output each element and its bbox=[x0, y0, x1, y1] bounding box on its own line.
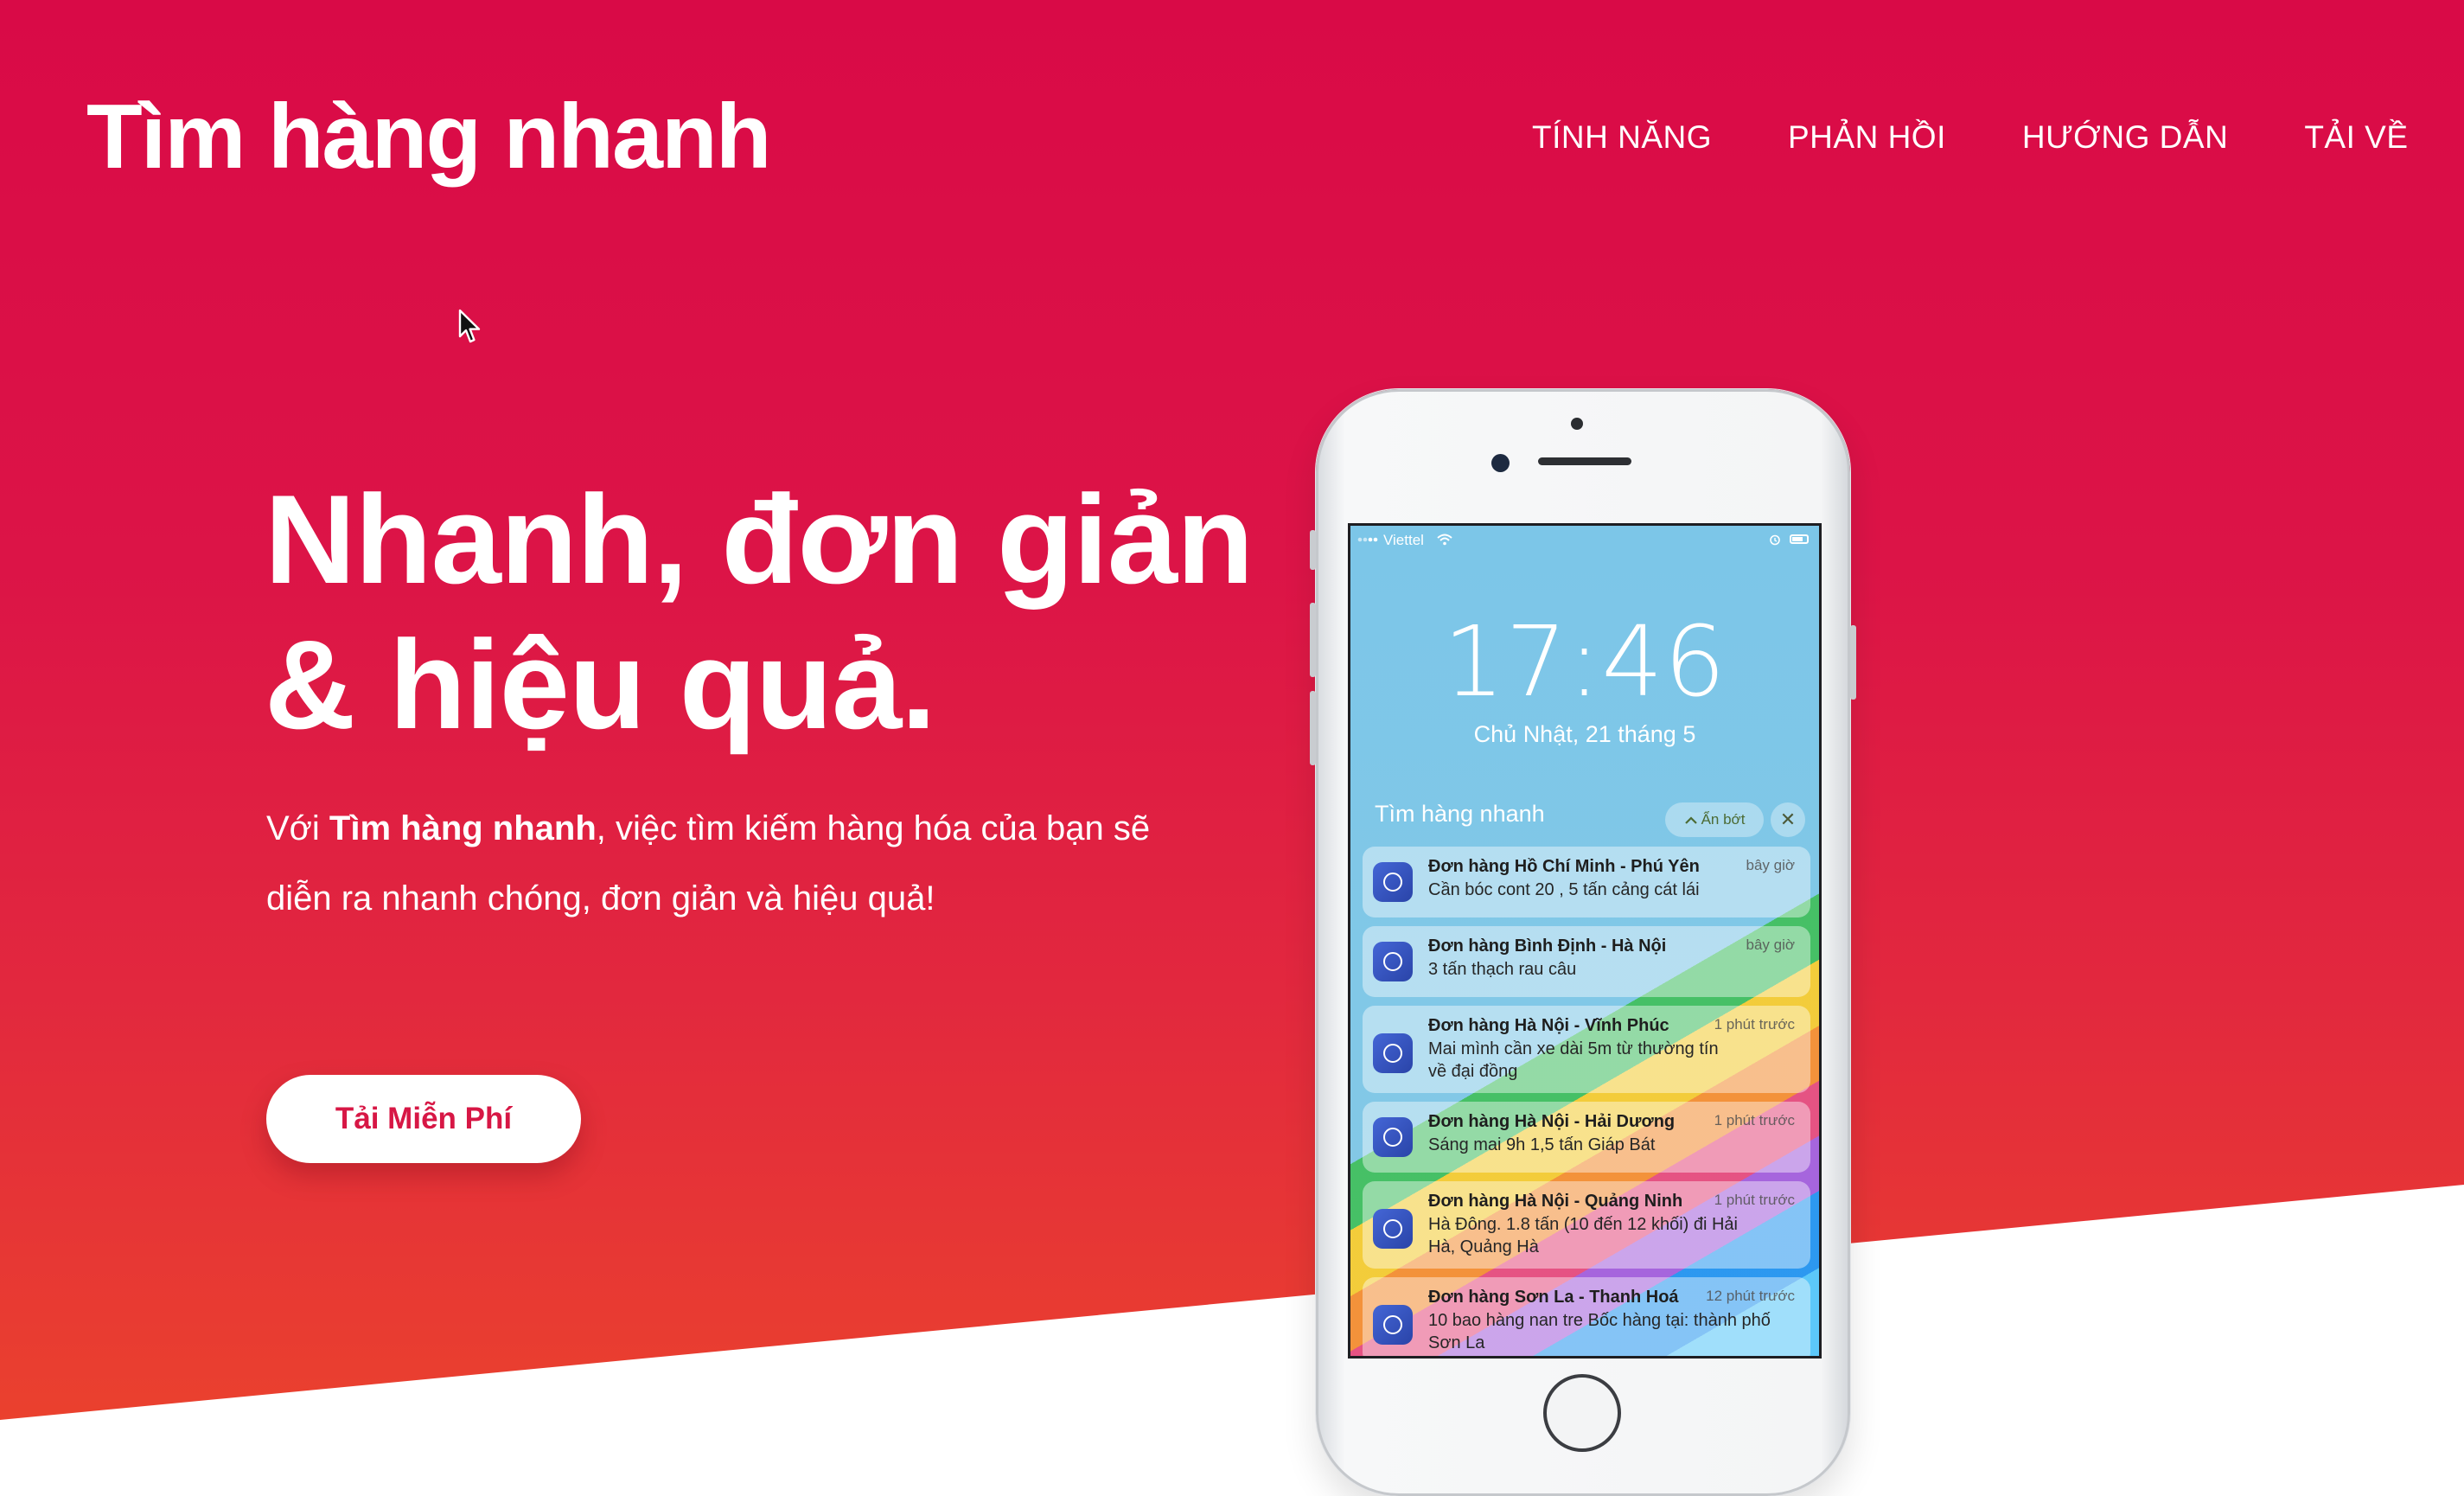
notification-time: 12 phút trước bbox=[1706, 1288, 1795, 1304]
box-app-icon bbox=[1373, 862, 1413, 902]
nav-item-feedback[interactable]: PHẢN HỒI bbox=[1788, 119, 1946, 156]
phone-lock-screen: Viettel 17:46 Chủ Nhật, 21 tháng 5 Tìm h… bbox=[1348, 523, 1822, 1359]
notification-item[interactable]: Đơn hàng Hà Nội - Hải Dương 1 phút trước… bbox=[1363, 1102, 1810, 1173]
phone-mockup: Viettel 17:46 Chủ Nhật, 21 tháng 5 Tìm h… bbox=[1310, 389, 1856, 1496]
phone-mute-switch bbox=[1310, 530, 1316, 570]
notification-time: bây giờ bbox=[1746, 937, 1795, 953]
notification-item[interactable]: Đơn hàng Hà Nội - Vĩnh Phúc 1 phút trước… bbox=[1363, 1006, 1810, 1093]
brand-logo[interactable]: Tìm hàng nhanh bbox=[86, 85, 771, 189]
notification-title: Đơn hàng Sơn La - Thanh Hoá bbox=[1428, 1288, 1679, 1307]
alarm-icon bbox=[1770, 534, 1780, 546]
phone-volume-down bbox=[1310, 691, 1316, 765]
notification-title: Đơn hàng Hồ Chí Minh - Phú Yên bbox=[1428, 857, 1700, 876]
notification-body: Cần bóc cont 20 , 5 tấn cảng cát lái bbox=[1428, 880, 1700, 899]
carrier-name: Viettel bbox=[1383, 532, 1424, 548]
notification-body: Hà Đông. 1.8 tấn (10 đến 12 khối) đi Hải… bbox=[1428, 1215, 1738, 1256]
notification-time: 1 phút trước bbox=[1714, 1192, 1795, 1208]
wifi-icon bbox=[1437, 534, 1452, 546]
box-app-icon bbox=[1373, 942, 1413, 981]
main-nav: TÍNH NĂNG PHẢN HỒI HƯỚNG DẪN TẢI VỀ bbox=[1532, 119, 2409, 156]
notification-item[interactable]: Đơn hàng Bình Định - Hà Nội bây giờ 3 tấ… bbox=[1363, 926, 1810, 997]
notification-title: Đơn hàng Hà Nội - Vĩnh Phúc bbox=[1428, 1016, 1669, 1035]
home-button[interactable] bbox=[1543, 1374, 1621, 1452]
close-icon[interactable]: ✕ bbox=[1771, 802, 1805, 837]
box-app-icon bbox=[1373, 1033, 1413, 1073]
chevron-up-icon bbox=[1684, 815, 1697, 824]
show-less-label: Ẩn bớt bbox=[1701, 811, 1746, 828]
notification-body: Mai mình cần xe dài 5m từ thường tín về … bbox=[1428, 1039, 1719, 1081]
nav-item-guide[interactable]: HƯỚNG DẪN bbox=[2022, 119, 2228, 156]
desc-brand: Tìm hàng nhanh bbox=[329, 809, 597, 847]
status-bar: Viettel bbox=[1350, 526, 1819, 555]
phone-volume-up bbox=[1310, 603, 1316, 677]
box-app-icon bbox=[1373, 1209, 1413, 1249]
nav-item-features[interactable]: TÍNH NĂNG bbox=[1532, 119, 1712, 156]
notification-title: Đơn hàng Hà Nội - Hải Dương bbox=[1428, 1112, 1676, 1131]
phone-power-button bbox=[1850, 625, 1856, 700]
box-app-icon bbox=[1373, 1117, 1413, 1157]
notification-time: 1 phút trước bbox=[1714, 1112, 1795, 1128]
signal-icon bbox=[1357, 537, 1378, 542]
lock-screen-time: 17:46 bbox=[1443, 606, 1727, 719]
notification-list: Đơn hàng Hồ Chí Minh - Phú Yên bây giờ C… bbox=[1363, 847, 1810, 1356]
front-camera bbox=[1491, 454, 1510, 472]
show-less-button[interactable]: Ẩn bớt bbox=[1665, 802, 1764, 837]
hero-description: Với Tìm hàng nhanh, việc tìm kiếm hàng h… bbox=[266, 794, 1217, 934]
desc-prefix: Với bbox=[266, 809, 329, 847]
notification-body: 10 bao hàng nan tre Bốc hàng tại: thành … bbox=[1428, 1311, 1771, 1352]
notification-time: bây giờ bbox=[1746, 857, 1795, 873]
notification-group-label: Tìm hàng nhanh bbox=[1375, 801, 1545, 827]
box-app-icon bbox=[1373, 1305, 1413, 1345]
download-free-button[interactable]: Tải Miễn Phí bbox=[266, 1075, 581, 1163]
lock-screen-date: Chủ Nhật, 21 tháng 5 bbox=[1473, 721, 1696, 747]
nav-item-download[interactable]: TẢI VỀ bbox=[2304, 119, 2408, 156]
headline-line-2: & hiệu quả. bbox=[265, 614, 936, 755]
battery-icon bbox=[1790, 534, 1809, 544]
notification-item[interactable]: Đơn hàng Hà Nội - Quảng Ninh 1 phút trướ… bbox=[1363, 1181, 1810, 1269]
notification-item[interactable]: Đơn hàng Sơn La - Thanh Hoá 12 phút trướ… bbox=[1363, 1277, 1810, 1356]
earpiece-speaker bbox=[1538, 457, 1631, 465]
proximity-sensor bbox=[1571, 418, 1583, 430]
mouse-pointer-icon bbox=[458, 309, 481, 343]
notification-title: Đơn hàng Hà Nội - Quảng Ninh bbox=[1428, 1192, 1683, 1211]
notification-body: Sáng mai 9h 1,5 tấn Giáp Bát bbox=[1428, 1135, 1656, 1154]
notification-item[interactable]: Đơn hàng Hồ Chí Minh - Phú Yên bây giờ C… bbox=[1363, 847, 1810, 917]
headline-line-1: Nhanh, đơn giản bbox=[265, 469, 1254, 610]
hero-headline: Nhanh, đơn giản & hiệu quả. bbox=[265, 467, 1254, 758]
notification-title: Đơn hàng Bình Định - Hà Nội bbox=[1428, 937, 1667, 956]
notification-body: 3 tấn thạch rau câu bbox=[1428, 960, 1577, 979]
notification-time: 1 phút trước bbox=[1714, 1016, 1795, 1032]
